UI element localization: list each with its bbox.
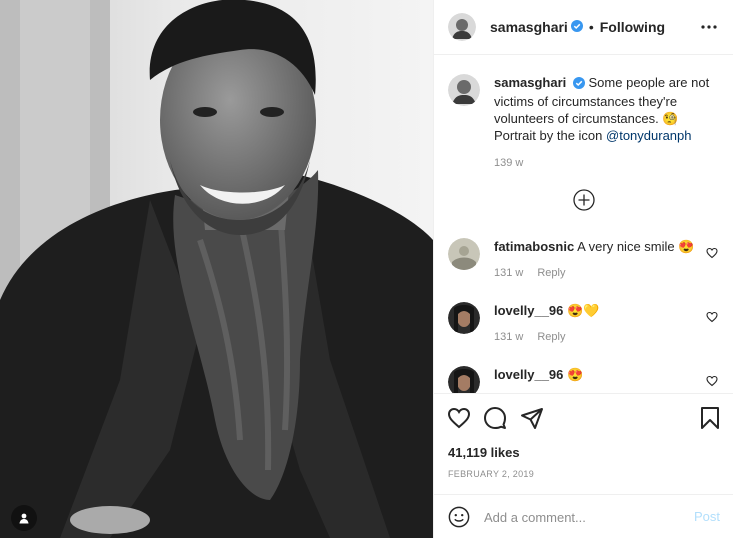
- comment-username[interactable]: lovelly__96: [494, 367, 563, 382]
- commenter-avatar[interactable]: [448, 302, 480, 334]
- separator-dot: •: [588, 19, 594, 35]
- comment-username[interactable]: lovelly__96: [494, 303, 563, 318]
- author-avatar[interactable]: [448, 13, 476, 41]
- more-options-icon[interactable]: [700, 18, 718, 36]
- comment-username[interactable]: fatimabosnic: [494, 239, 574, 254]
- commenter-avatar[interactable]: [448, 238, 480, 270]
- caption-mention-link[interactable]: @tonyduranph: [606, 128, 691, 143]
- post-actions: 41,119 likes FEBRUARY 2, 2019 Post: [434, 393, 733, 538]
- post-comment-button[interactable]: Post: [694, 509, 720, 524]
- commenter-avatar[interactable]: [448, 366, 480, 393]
- load-more-comments-icon[interactable]: [573, 189, 595, 211]
- caption-timestamp[interactable]: 139 w: [494, 155, 718, 172]
- comment-text: 😍: [567, 367, 584, 382]
- post-date[interactable]: FEBRUARY 2, 2019: [448, 469, 534, 479]
- author-username[interactable]: samasghari: [490, 19, 568, 35]
- reply-button[interactable]: Reply: [537, 331, 565, 343]
- comment-item: lovelly__96 😍: [448, 366, 718, 393]
- reply-button[interactable]: Reply: [537, 267, 565, 279]
- likes-count[interactable]: 41,119 likes: [448, 445, 520, 460]
- post-header: samasghari • Following: [434, 0, 733, 55]
- emoji-icon[interactable]: [448, 506, 470, 528]
- comment-like-heart-icon[interactable]: [706, 310, 718, 323]
- verified-badge-icon: [570, 19, 583, 35]
- post-photo[interactable]: [0, 0, 433, 538]
- comment-item: lovelly__96 😍💛 131 w Reply: [448, 302, 718, 346]
- comment-like-heart-icon[interactable]: [706, 374, 718, 387]
- verified-badge-icon: [572, 76, 585, 93]
- portrait-image: [0, 0, 433, 538]
- share-icon[interactable]: [520, 406, 544, 430]
- comment-item: fatimabosnic A very nice smile 😍 131 w Re…: [448, 238, 718, 282]
- caption-username[interactable]: samasghari: [494, 75, 566, 90]
- post-sidebar: samasghari • Following samasghari Some p…: [433, 0, 733, 538]
- comment-input[interactable]: [484, 509, 674, 525]
- bookmark-icon[interactable]: [698, 406, 722, 430]
- post-caption: samasghari Some people are not victims o…: [448, 74, 718, 172]
- add-comment-bar: Post: [434, 494, 733, 538]
- user-tag-icon[interactable]: [11, 505, 37, 531]
- comment-text: 😍💛: [567, 303, 600, 318]
- comment-text: A very nice smile 😍: [577, 239, 695, 254]
- comment-like-heart-icon[interactable]: [706, 246, 718, 259]
- caption-author-avatar[interactable]: [448, 74, 480, 106]
- following-button[interactable]: Following: [600, 19, 665, 35]
- comment-timestamp[interactable]: 131 w: [494, 267, 523, 279]
- comment-timestamp[interactable]: 131 w: [494, 331, 523, 343]
- comment-icon[interactable]: [483, 406, 507, 430]
- heart-icon[interactable]: [447, 406, 471, 430]
